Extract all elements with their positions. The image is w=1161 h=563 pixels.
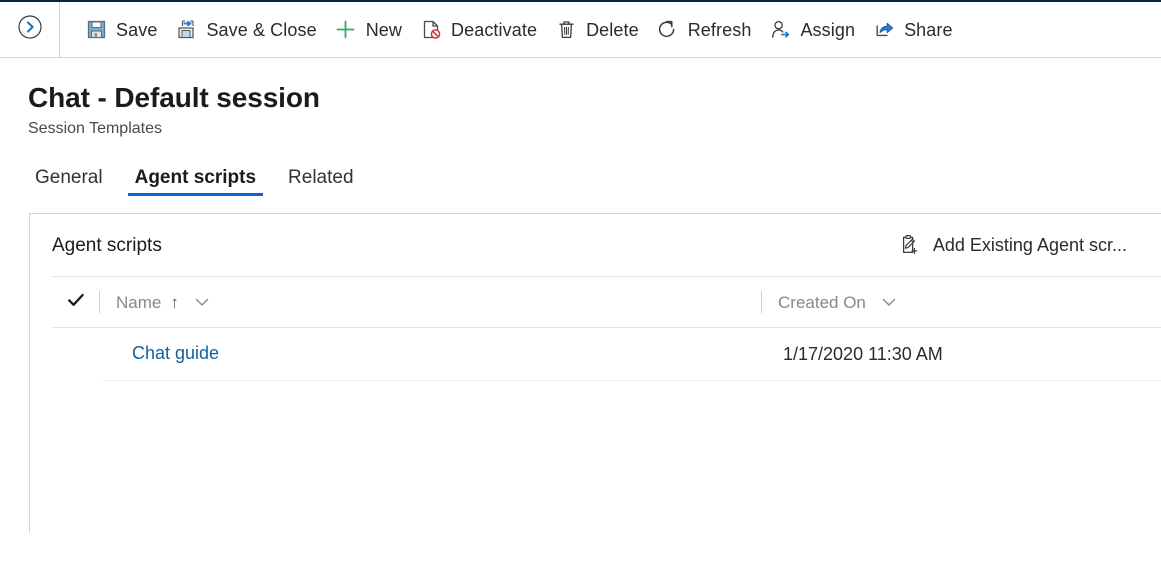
table-row[interactable]: Chat guide 1/17/2020 11:30 AM	[52, 328, 1161, 380]
form-tab-list: General Agent scripts Related	[0, 160, 1161, 197]
add-existing-agent-script-label: Add Existing Agent scr...	[932, 235, 1127, 256]
assign-button[interactable]: Assign	[760, 8, 864, 52]
delete-button[interactable]: Delete	[546, 8, 648, 52]
expand-panel-button[interactable]	[0, 2, 59, 57]
share-arrow-icon	[873, 19, 895, 41]
column-header-created-on[interactable]: Created On	[762, 277, 1161, 327]
refresh-button[interactable]: Refresh	[648, 8, 761, 52]
assign-button-label: Assign	[800, 19, 856, 40]
save-button-label: Save	[116, 19, 158, 40]
assign-person-arrow-icon	[769, 19, 791, 41]
tab-related[interactable]: Related	[281, 168, 361, 196]
plus-icon	[335, 19, 357, 41]
save-floppy-icon	[85, 19, 107, 41]
command-bar: Save Save & Close New Deactivate Delete …	[0, 2, 1161, 58]
column-header-name-label: Name	[116, 292, 162, 312]
row-link-chat-guide[interactable]: Chat guide	[132, 343, 219, 363]
share-button-label: Share	[904, 19, 953, 40]
sort-ascending-icon: ↑	[170, 292, 179, 312]
row-cell-name: Chat guide	[99, 344, 744, 364]
save-and-close-button[interactable]: Save & Close	[166, 8, 325, 52]
chevron-down-icon[interactable]	[879, 292, 899, 312]
agent-scripts-card-header: Agent scripts Add Existing Agent scr...	[30, 214, 1161, 276]
chevron-down-icon[interactable]	[192, 292, 212, 312]
save-and-close-button-label: Save & Close	[206, 19, 317, 40]
save-and-close-icon	[175, 19, 197, 41]
column-header-name[interactable]: Name ↑	[100, 277, 761, 327]
row-cell-created-on: 1/17/2020 11:30 AM	[783, 344, 943, 365]
save-button[interactable]: Save	[76, 8, 166, 52]
tab-general[interactable]: General	[28, 168, 110, 196]
refresh-icon	[657, 19, 679, 41]
checkmark-icon	[66, 290, 86, 315]
agent-scripts-card: Agent scripts Add Existing Agent scr...	[29, 213, 1161, 534]
deactivate-page-block-icon	[420, 19, 442, 41]
page-title: Chat - Default session	[28, 82, 320, 113]
refresh-button-label: Refresh	[687, 19, 752, 40]
grid-header-row: Name ↑ Created On	[52, 276, 1161, 329]
chevron-right-circle-icon	[17, 14, 43, 45]
deactivate-button-label: Deactivate	[451, 19, 538, 40]
add-existing-agent-script-button[interactable]: Add Existing Agent scr...	[889, 228, 1137, 262]
column-header-created-on-label: Created On	[778, 292, 866, 312]
command-bar-items: Save Save & Close New Deactivate Delete …	[60, 8, 1161, 52]
add-existing-clipboard-icon	[899, 234, 921, 256]
trash-icon	[555, 19, 577, 41]
page-header: Chat - Default session Session Templates	[0, 58, 1161, 138]
select-all-rows-checkbox[interactable]	[52, 290, 99, 315]
share-button[interactable]: Share	[864, 8, 962, 52]
tab-agent-scripts[interactable]: Agent scripts	[127, 168, 264, 197]
new-button-label: New	[365, 19, 403, 40]
page-subtitle: Session Templates	[28, 120, 162, 138]
agent-scripts-section-title: Agent scripts	[52, 234, 162, 256]
delete-button-label: Delete	[586, 19, 639, 40]
agent-scripts-grid: Name ↑ Created On Chat guide 1/17/2020 1…	[30, 276, 1161, 382]
row-separator	[103, 380, 1161, 382]
new-button[interactable]: New	[326, 8, 411, 52]
deactivate-button[interactable]: Deactivate	[411, 8, 546, 52]
